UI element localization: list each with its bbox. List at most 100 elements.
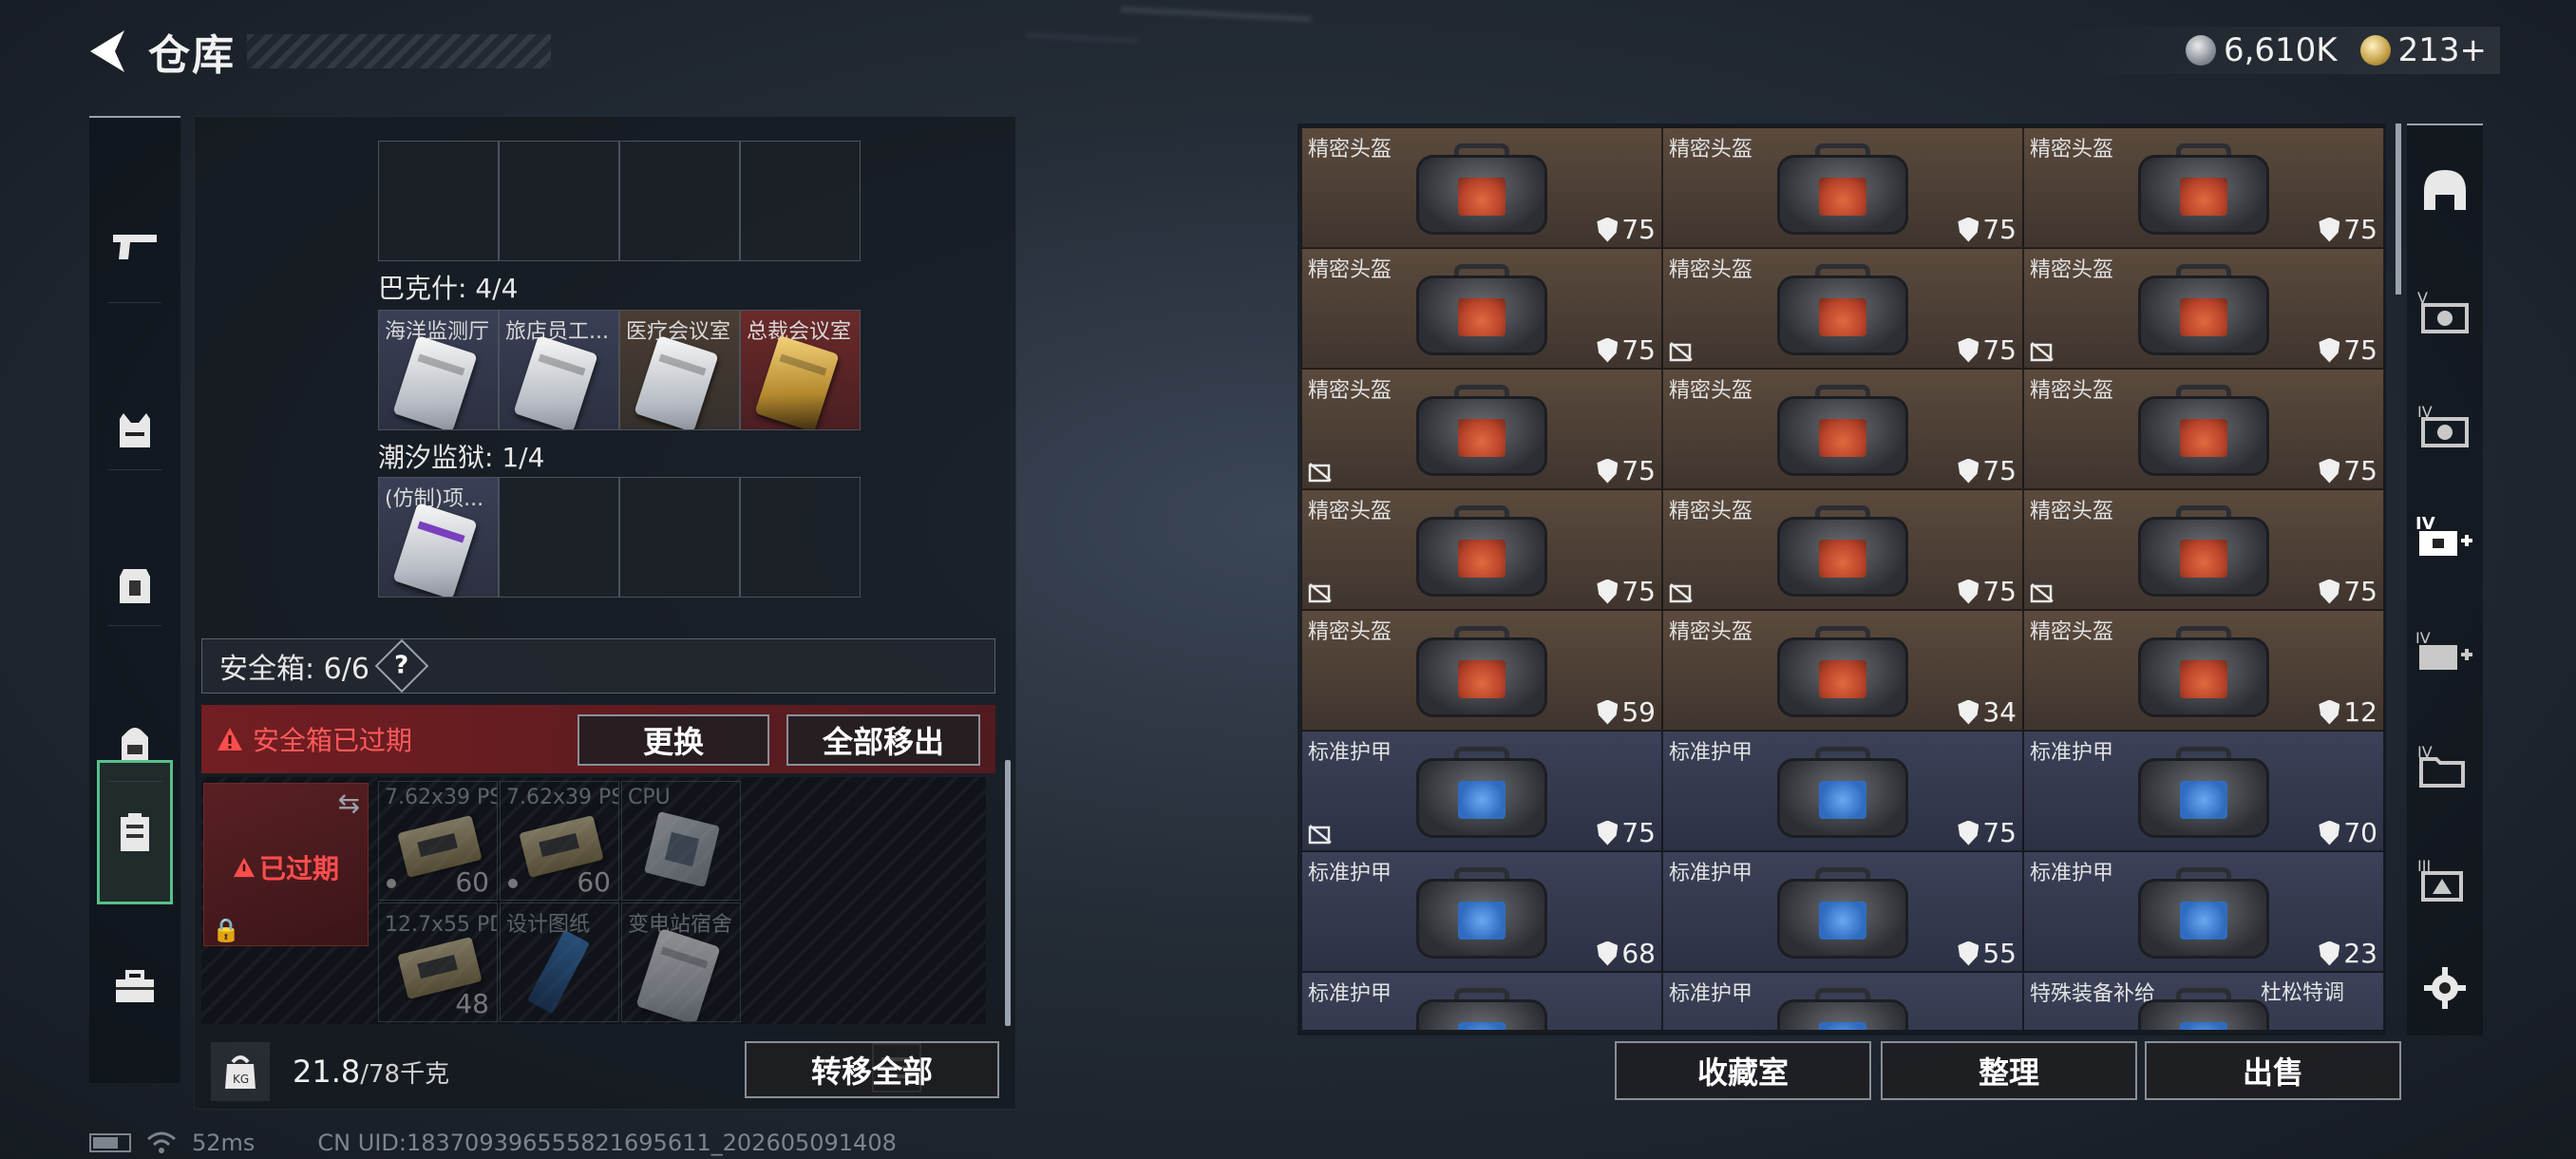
durability: 75 [2319,455,2377,486]
stash-item[interactable]: 精密头盔 75 [1662,369,2023,489]
shield-icon [2319,337,2340,363]
collection-room-button[interactable]: 收藏室 [1615,1041,1871,1100]
safe-box-header: 安全箱: 6/6 ? [201,638,995,694]
stash-item[interactable]: 标准护甲 68 [1301,851,1662,972]
empty-slot[interactable] [740,141,861,261]
ping-text: 52ms [192,1130,256,1156]
silver-amount: 6,610K [2223,31,2338,69]
durability: 75 [1597,817,1656,848]
stash-item[interactable]: 精密头盔 75 [1662,248,2023,369]
stash-item[interactable]: 精密头盔 75 [1301,489,1662,610]
durability: 75 [1958,214,2017,245]
helmet-case-icon [1777,385,1908,476]
nav-case-iv[interactable]: IV [2407,369,2483,483]
durability: 68 [1597,938,1656,969]
background-light-streak [1025,32,1141,44]
nav-medkit-iv-plus[interactable]: IV [2407,481,2483,595]
stash-scrollbar[interactable] [2396,124,2401,294]
stash-item[interactable]: 标准护甲 [1301,972,1662,1030]
settings-button[interactable] [2407,931,2483,1045]
stash-item[interactable]: 精密头盔 75 [1301,369,1662,489]
swap-icon[interactable]: ⇆ [338,788,360,819]
safe-item-slot[interactable]: 12.7x55 PD双头 48 [378,902,498,1022]
stash-item[interactable]: 精密头盔 75 [1301,248,1662,369]
back-arrow-icon[interactable] [85,27,129,76]
stash-item[interactable]: 标准护甲 75 [1301,731,1662,851]
shield-icon [2319,699,2340,725]
empty-slot[interactable] [378,141,499,261]
stash-item-name: 标准护甲 [1669,982,1753,1006]
gold-currency[interactable]: 213+ [2359,31,2487,69]
stash-item[interactable]: 精密头盔 12 [2023,610,2384,731]
keycard-icon [754,334,840,429]
nav-medkit-iv[interactable]: IV [2407,595,2483,709]
case-iv-icon: IV [2417,403,2469,447]
nav-armor[interactable] [89,515,180,657]
empty-slot[interactable] [499,141,619,261]
stash-item[interactable]: 精密头盔 75 [2023,248,2384,369]
keycard-slot[interactable]: 医疗会议室 [619,310,740,430]
replace-button[interactable]: 更换 [578,714,769,766]
sell-button[interactable]: 出售 [2145,1041,2401,1100]
stash-item[interactable]: 精密头盔 75 [2023,489,2384,610]
empty-slot[interactable] [619,477,740,598]
stash-item[interactable]: 精密头盔 75 [1301,127,1662,248]
safe-item-slot[interactable]: 变电站宿舍 [621,902,741,1022]
keycard-slot[interactable]: 总裁会议室 [740,310,861,430]
item-count: 60 [455,866,489,898]
inventory-scrollbar[interactable] [1005,760,1011,1026]
card-slot-row-tide-prison: (仿制)项... [378,477,861,598]
shield-icon [1958,337,1979,363]
durability-value: 75 [1982,334,2017,366]
durability-value: 75 [1621,214,1656,245]
stash-item[interactable]: 精密头盔 75 [2023,127,2384,248]
shield-icon [2319,217,2340,242]
keycard-slot[interactable]: 旅店员工... [499,310,619,430]
stash-item[interactable]: 标准护甲 55 [1662,851,2023,972]
nav-folder-iv[interactable]: IV [2407,709,2483,823]
nav-vest[interactable] [89,359,180,502]
stash-item[interactable]: 精密头盔 34 [1662,610,2023,731]
move-all-out-button[interactable]: 全部移出 [786,714,980,766]
nav-safe-box[interactable] [97,760,173,904]
shield-icon [1958,217,1979,242]
durability-value: 75 [1982,817,2017,848]
safe-item-slot[interactable]: CPU [621,781,741,901]
armor-case-icon [1416,867,1547,959]
stash-item[interactable]: 精密头盔 59 [1301,610,1662,731]
empty-slot[interactable] [740,477,861,598]
sort-button[interactable]: 整理 [1881,1041,2137,1100]
stash-item-name: 精密头盔 [1669,500,1753,523]
toolkit-icon [116,970,154,1002]
currency-bar: 6,610K 213+ [2054,27,2500,74]
transfer-all-button[interactable]: 转移全部 [745,1041,999,1098]
empty-slot[interactable] [499,477,619,598]
empty-slot[interactable] [619,141,740,261]
stash-item[interactable]: 标准护甲 [1662,972,2023,1030]
no-insurance-icon [1308,582,1333,603]
safe-item-slot[interactable]: 设计图纸 [500,902,619,1022]
nav-case-iii[interactable]: III [2407,823,2483,937]
safe-box-item[interactable]: ⇆ 已过期 🔒 [203,783,369,946]
stash-item-name: 精密头盔 [1669,258,1753,282]
stash-item[interactable]: 标准护甲 23 [2023,851,2384,972]
help-icon[interactable]: ? [374,638,429,694]
nav-toolkit[interactable] [89,916,180,1058]
stash-item-name: 特殊装备补给 [2030,982,2156,1006]
stash-item[interactable]: 精密头盔 75 [1662,489,2023,610]
keycard-slot[interactable]: (仿制)项... [378,477,499,598]
stash-item[interactable]: 标准护甲 70 [2023,731,2384,851]
nav-case-v[interactable]: V [2407,255,2483,369]
durability: 75 [1597,455,1656,486]
svg-text:IV: IV [2415,514,2435,534]
safe-item-slot[interactable]: 7.62x39 PS 60 [378,781,498,901]
stash-item-name: 精密头盔 [1308,500,1392,523]
nav-weapon[interactable] [89,175,180,317]
stash-item-name: 精密头盔 [2030,500,2114,523]
keycard-slot[interactable]: 海洋监测厅 [378,310,499,430]
safe-item-slot[interactable]: 7.62x39 PS 60 [500,781,619,901]
stash-item[interactable]: 精密头盔 75 [2023,369,2384,489]
nav-helmet[interactable] [2407,133,2483,247]
stash-item[interactable]: 标准护甲 75 [1662,731,2023,851]
stash-item[interactable]: 精密头盔 75 [1662,127,2023,248]
